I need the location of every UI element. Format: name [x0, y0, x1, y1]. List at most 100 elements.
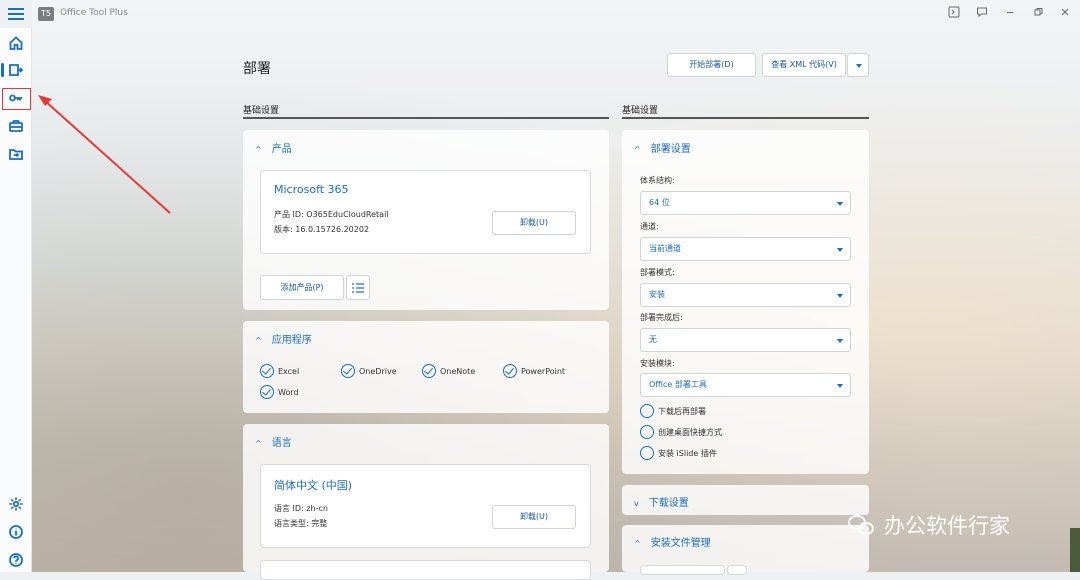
browse-button[interactable] — [727, 565, 747, 575]
menu-icon[interactable] — [6, 5, 26, 23]
checkbox-circle-icon — [640, 425, 654, 439]
check-icon — [260, 364, 274, 378]
download-settings-title: 下载设置 — [648, 498, 689, 509]
app-checkbox-onenote[interactable]: OneNote — [422, 364, 475, 378]
module-label: 安装模块: — [640, 359, 675, 368]
deploy-settings-title: 部署设置 — [650, 144, 691, 155]
apps-card: ^ 应用程序 Excel OneDrive OneNote PowerPoint … — [243, 321, 609, 413]
app-label: OneDrive — [359, 366, 397, 376]
language-title: 语言 — [271, 438, 292, 449]
option-install-islide[interactable]: 安装 iSlide 插件 — [640, 446, 717, 460]
mode-select[interactable]: 安装 — [640, 283, 851, 307]
product-item: Microsoft 365 产品 ID: O365EduCloudRetail … — [260, 170, 591, 254]
product-version: 版本: 16.0.15726.20202 — [274, 225, 370, 234]
products-card-header[interactable]: ^ 产品 — [255, 140, 292, 155]
app-checkbox-excel[interactable]: Excel — [260, 364, 299, 378]
check-icon — [503, 364, 517, 378]
left-section-divider — [243, 117, 609, 119]
toolbox-icon[interactable] — [6, 116, 26, 136]
view-xml-button[interactable]: 查看 XML 代码(V) — [762, 53, 846, 77]
chevron-down-icon: v — [634, 499, 639, 508]
feedback-icon[interactable] — [974, 6, 990, 22]
chevron-up-icon: ^ — [634, 539, 641, 548]
chevron-down-icon — [837, 248, 843, 252]
add-product-button[interactable]: 添加产品(P) — [260, 275, 344, 300]
path-input[interactable] — [640, 565, 725, 575]
channel-label: 通道: — [640, 222, 659, 231]
terminal-icon[interactable] — [946, 6, 962, 22]
after-deploy-label: 部署完成后: — [640, 313, 683, 322]
products-title: 产品 — [271, 144, 292, 155]
product-name: Microsoft 365 — [274, 183, 349, 196]
folder-convert-icon[interactable] — [6, 144, 26, 164]
xml-dropdown-button[interactable] — [847, 53, 869, 77]
arch-select[interactable]: 64 位 — [640, 191, 851, 215]
after-deploy-select[interactable]: 无 — [640, 328, 851, 352]
products-card: ^ 产品 Microsoft 365 产品 ID: O365EduCloudRet… — [243, 130, 609, 310]
edge-strip — [1070, 528, 1080, 572]
app-label: Excel — [278, 366, 300, 376]
option-label: 创建桌面快捷方式 — [658, 427, 722, 437]
close-icon[interactable] — [1057, 6, 1073, 22]
list-icon — [352, 283, 364, 293]
check-icon — [422, 364, 436, 378]
app-label: Word — [278, 387, 299, 397]
option-download-then-deploy[interactable]: 下载后再部署 — [640, 404, 706, 418]
app-label: PowerPoint — [521, 366, 566, 376]
chevron-down-icon — [837, 339, 843, 343]
download-settings-card[interactable]: v 下载设置 — [622, 485, 869, 515]
deploy-settings-card: ^ 部署设置 体系结构: 64 位 通道: 当前通道 部署模式: 安装 部署完成后… — [622, 130, 869, 474]
apps-card-header[interactable]: ^ 应用程序 — [255, 331, 312, 346]
list-view-button[interactable] — [346, 275, 370, 300]
wechat-icon — [848, 513, 878, 537]
chevron-down-icon — [837, 384, 843, 388]
uninstall-language-button[interactable]: 卸载(U) — [492, 505, 576, 529]
module-value: Office 部署工具 — [649, 380, 707, 389]
app-logo: T5 — [38, 7, 54, 21]
deploy-settings-header[interactable]: ^ 部署设置 — [634, 140, 691, 155]
language-item — [260, 560, 591, 580]
option-label: 安装 iSlide 插件 — [658, 448, 717, 458]
restore-icon[interactable] — [1030, 6, 1046, 22]
language-card: ^ 语言 简体中文 (中国) 语言 ID: zh-cn 语言类型: 完整 卸载(U… — [243, 424, 609, 580]
install-files-header[interactable]: ^ 安装文件管理 — [634, 534, 711, 549]
after-deploy-value: 无 — [649, 335, 657, 344]
chevron-up-icon: ^ — [255, 439, 262, 448]
mode-value: 安装 — [649, 290, 665, 299]
download-settings-header[interactable]: v 下载设置 — [634, 494, 689, 509]
right-section-divider — [622, 117, 869, 119]
app-title: Office Tool Plus — [60, 8, 128, 18]
app-checkbox-powerpoint[interactable]: PowerPoint — [503, 364, 565, 378]
watermark: 办公软件行家 — [848, 510, 1010, 540]
option-desktop-shortcut[interactable]: 创建桌面快捷方式 — [640, 425, 722, 439]
app-checkbox-word[interactable]: Word — [260, 385, 299, 399]
deploy-icon[interactable] — [1, 60, 26, 80]
language-id: 语言 ID: zh-cn — [274, 504, 328, 513]
language-name: 简体中文 (中国) — [274, 479, 353, 492]
channel-value: 当前通道 — [649, 244, 681, 253]
module-select[interactable]: Office 部署工具 — [640, 373, 851, 397]
help-icon[interactable] — [6, 550, 26, 570]
chevron-down-icon — [837, 202, 843, 206]
settings-icon[interactable] — [6, 494, 26, 514]
arch-value: 64 位 — [649, 198, 670, 207]
chevron-up-icon: ^ — [634, 145, 641, 154]
install-files-card: ^ 安装文件管理 — [622, 525, 869, 575]
apps-title: 应用程序 — [271, 335, 312, 346]
info-icon[interactable] — [6, 522, 26, 542]
uninstall-product-button[interactable]: 卸载(U) — [492, 211, 576, 235]
chevron-up-icon: ^ — [255, 145, 262, 154]
chevron-down-icon — [856, 64, 862, 68]
app-checkbox-onedrive[interactable]: OneDrive — [341, 364, 397, 378]
install-files-title: 安装文件管理 — [650, 538, 711, 549]
highlight-box — [2, 88, 31, 110]
channel-select[interactable]: 当前通道 — [640, 237, 851, 261]
product-id: 产品 ID: O365EduCloudRetail — [274, 210, 389, 219]
start-deploy-button[interactable]: 开始部署(D) — [667, 53, 756, 77]
language-card-header[interactable]: ^ 语言 — [255, 434, 292, 449]
arch-label: 体系结构: — [640, 176, 675, 185]
minimize-icon[interactable] — [1002, 6, 1018, 22]
mode-label: 部署模式: — [640, 268, 675, 277]
option-label: 下载后再部署 — [658, 406, 706, 416]
home-icon[interactable] — [6, 33, 26, 53]
